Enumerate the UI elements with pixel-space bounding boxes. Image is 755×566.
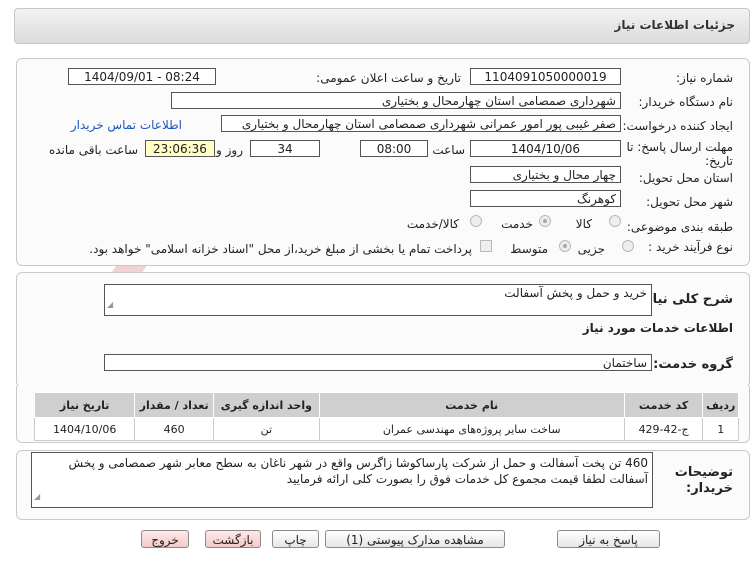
- deadline-time-label: ساعت: [432, 143, 465, 157]
- cell-row-number: 1: [702, 417, 739, 441]
- resize-handle-icon[interactable]: ◢: [107, 297, 113, 313]
- table-row: 1 ج-42-429 ساخت سایر پروژه‌های مهندسی عم…: [33, 417, 739, 441]
- cell-quantity: 460: [134, 417, 215, 441]
- buyer-org-label: نام دستگاه خریدار:: [638, 95, 734, 109]
- table-header-row: ردیف کد خدمت نام خدمت واحد اندازه گیری ت…: [33, 392, 739, 418]
- announce-date-field: 1404/09/01 - 08:24: [68, 68, 216, 85]
- category-label: طبقه بندی موضوعی:: [626, 220, 733, 234]
- exit-button[interactable]: خروج: [141, 530, 189, 548]
- col-header-quantity: تعداد / مقدار: [134, 392, 215, 418]
- services-section-title: اطلاعات خدمات مورد نیاز: [582, 321, 733, 335]
- category-goods-service-radio[interactable]: [470, 215, 482, 227]
- category-goods-radio[interactable]: [609, 215, 621, 227]
- days-label: روز و: [216, 143, 243, 157]
- process-medium-radio[interactable]: [559, 240, 571, 252]
- process-label: نوع فرآیند خرید :: [648, 240, 733, 254]
- deadline-label: مهلت ارسال پاسخ: تا تاریخ:: [626, 140, 733, 168]
- need-number-label: شماره نیاز:: [676, 71, 733, 85]
- payment-note: پرداخت تمام یا بخشی از مبلغ خرید،از محل …: [89, 242, 472, 256]
- resize-handle-icon[interactable]: ◢: [34, 489, 40, 505]
- col-header-need-date: تاریخ نیاز: [33, 392, 136, 418]
- process-minor-radio[interactable]: [622, 240, 634, 252]
- need-number-field: 1104091050000019: [470, 68, 621, 85]
- buyer-notes-field: 460 تن پخت آسفالت و حمل از شرکت پارساکوش…: [31, 452, 653, 508]
- cell-unit: تن: [213, 417, 320, 441]
- province-label: استان محل تحویل:: [638, 171, 733, 185]
- summary-field: خرید و حمل و پخش آسفالت ◢: [104, 284, 652, 316]
- view-attachments-button[interactable]: مشاهده مدارک پیوستی (1): [325, 530, 505, 548]
- deadline-time-field: 08:00: [360, 140, 428, 157]
- category-service-label: خدمت: [501, 217, 533, 231]
- buyer-contact-link[interactable]: اطلاعات تماس خریدار: [71, 118, 182, 132]
- reply-button[interactable]: پاسخ به نیاز: [557, 530, 660, 548]
- announce-date-label: تاریخ و ساعت اعلان عمومی:: [316, 71, 461, 85]
- creator-field: صفر غیبی پور امور عمرانی شهرداری صمصامی …: [221, 115, 621, 132]
- remaining-time-label: ساعت باقی مانده: [48, 143, 138, 157]
- deadline-date-field: 1404/10/06: [470, 140, 621, 157]
- page-header: جزئیات اطلاعات نیاز: [14, 8, 750, 44]
- creator-label: ایجاد کننده درخواست:: [622, 119, 733, 133]
- category-goods-service-label: کالا/خدمت: [406, 217, 459, 231]
- print-button[interactable]: چاپ: [272, 530, 319, 548]
- col-header-service-code: کد خدمت: [623, 392, 704, 418]
- summary-value: خرید و حمل و پخش آسفالت: [504, 286, 647, 300]
- service-group-field: ساختمان: [104, 354, 652, 371]
- category-goods-label: کالا: [575, 217, 592, 231]
- city-label: شهر محل تحویل:: [646, 195, 733, 209]
- buyer-org-field: شهرداری صمصامی استان چهارمحال و بختیاری: [171, 92, 621, 109]
- cell-need-date: 1404/10/06: [33, 417, 136, 441]
- treasury-checkbox[interactable]: [480, 240, 492, 252]
- cell-service-code: ج-42-429: [623, 417, 704, 441]
- col-header-row-number: ردیف: [702, 392, 739, 418]
- buyer-notes-label: توضیحات خریدار:: [674, 465, 733, 496]
- col-header-service-name: نام خدمت: [318, 392, 625, 418]
- page-title: جزئیات اطلاعات نیاز: [614, 18, 735, 32]
- category-service-radio[interactable]: [539, 215, 551, 227]
- service-group-label: گروه خدمت:: [653, 357, 733, 372]
- summary-label: شرح کلی نیاز:: [639, 292, 733, 307]
- back-button[interactable]: بازگشت: [205, 530, 261, 548]
- process-medium-label: متوسط: [510, 242, 548, 256]
- process-minor-label: جزیی: [577, 242, 605, 256]
- city-field: کوهرنگ: [470, 190, 621, 207]
- col-header-unit: واحد اندازه گیری: [213, 392, 320, 418]
- remaining-time-field: 23:06:36: [145, 140, 215, 157]
- services-table: ردیف کد خدمت نام خدمت واحد اندازه گیری ت…: [33, 392, 739, 441]
- days-remaining-field: 34: [250, 140, 320, 157]
- province-field: چهار محال و بختیاری: [470, 166, 621, 183]
- cell-service-name: ساخت سایر پروژه‌های مهندسی عمران: [318, 417, 625, 441]
- buyer-notes-value: 460 تن پخت آسفالت و حمل از شرکت پارساکوش…: [68, 456, 648, 486]
